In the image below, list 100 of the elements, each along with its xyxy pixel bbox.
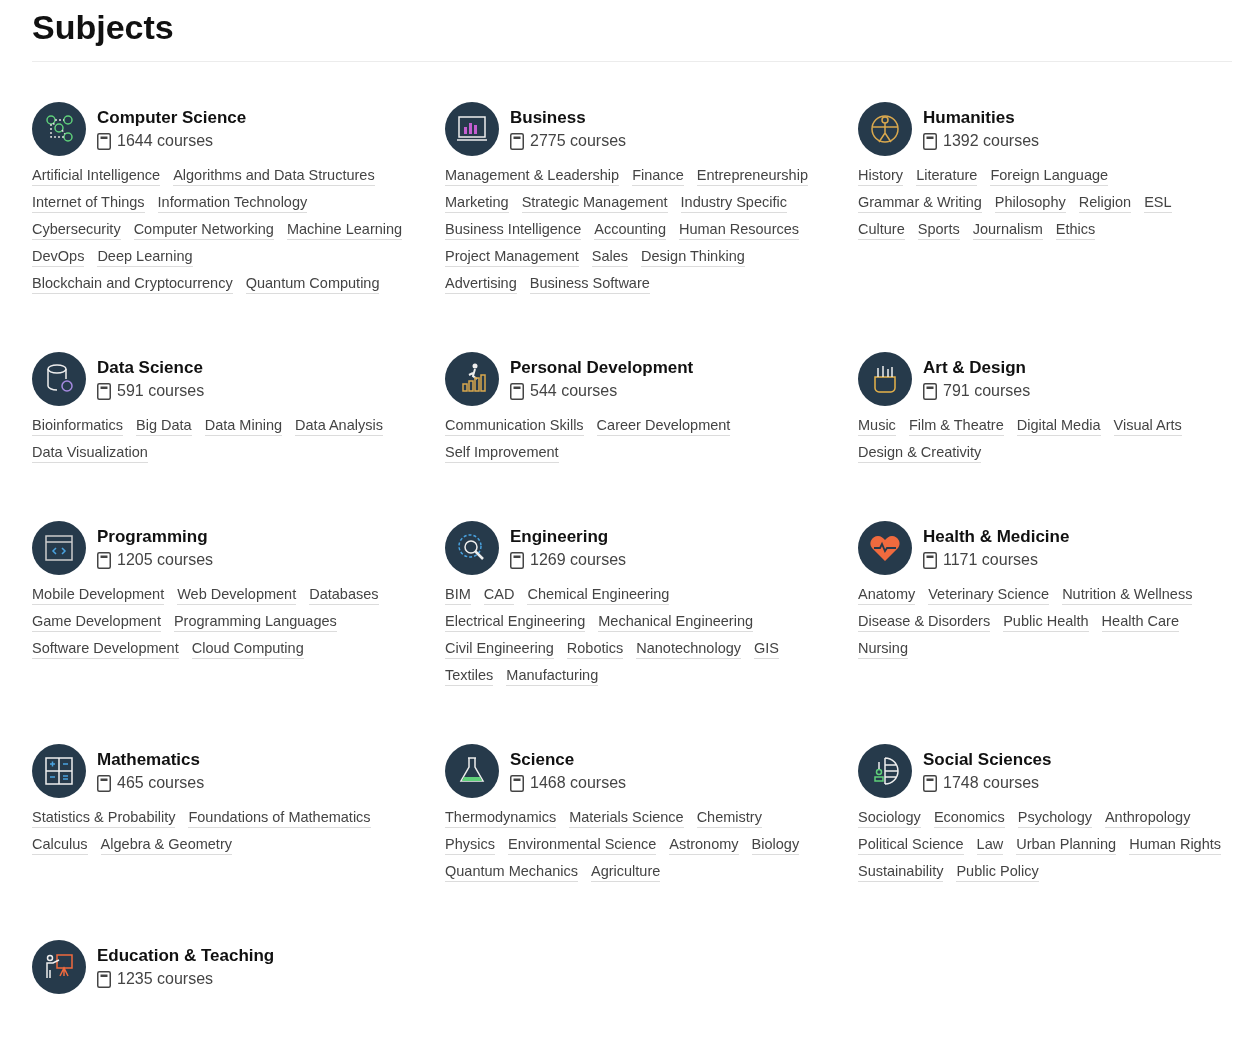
topic-link[interactable]: Programming Languages <box>173 612 337 632</box>
topic-link[interactable]: Bioinformatics <box>32 416 124 436</box>
topic-link[interactable]: Philosophy <box>994 193 1066 213</box>
topic-link[interactable]: Human Rights <box>1129 835 1222 855</box>
topic-link[interactable]: Mechanical Engineering <box>598 612 753 632</box>
topic-link[interactable]: Calculus <box>32 835 88 855</box>
topic-link[interactable]: Self Improvement <box>445 443 559 463</box>
topic-link[interactable]: Disease & Disorders <box>858 612 991 632</box>
topic-link[interactable]: Web Development <box>177 585 297 605</box>
topic-link[interactable]: Foreign Language <box>990 166 1109 186</box>
topic-link[interactable]: Materials Science <box>569 808 684 828</box>
topic-link[interactable]: Physics <box>445 835 495 855</box>
topic-link[interactable]: Strategic Management <box>521 193 668 213</box>
topic-link[interactable]: Agriculture <box>591 862 661 882</box>
topic-link[interactable]: Health Care <box>1101 612 1179 632</box>
topic-link[interactable]: Political Science <box>858 835 964 855</box>
topic-link[interactable]: Finance <box>632 166 684 186</box>
topic-link[interactable]: Quantum Computing <box>245 274 380 294</box>
topic-link[interactable]: Ethics <box>1055 220 1096 240</box>
topic-link[interactable]: Cloud Computing <box>191 639 304 659</box>
topic-link[interactable]: Communication Skills <box>445 416 584 436</box>
topic-link[interactable]: Grammar & Writing <box>858 193 982 213</box>
topic-link[interactable]: Astronomy <box>669 835 739 855</box>
topic-link[interactable]: Urban Planning <box>1016 835 1117 855</box>
topic-link[interactable]: Internet of Things <box>32 193 145 213</box>
subject-link[interactable]: Social Sciences <box>923 750 1052 770</box>
topic-link[interactable]: Machine Learning <box>286 220 403 240</box>
topic-link[interactable]: Game Development <box>32 612 161 632</box>
topic-link[interactable]: Accounting <box>594 220 666 240</box>
topic-link[interactable]: Literature <box>916 166 978 186</box>
topic-link[interactable]: Management & Leadership <box>445 166 620 186</box>
topic-link[interactable]: Project Management <box>445 247 579 267</box>
topic-link[interactable]: Robotics <box>566 639 624 659</box>
topic-link[interactable]: Marketing <box>445 193 509 213</box>
subject-link[interactable]: Humanities <box>923 108 1040 128</box>
topic-link[interactable]: Sports <box>917 220 960 240</box>
subject-link[interactable]: Personal Development <box>510 358 694 378</box>
topic-link[interactable]: Anatomy <box>858 585 916 605</box>
topic-link[interactable]: Biology <box>751 835 800 855</box>
topic-link[interactable]: Religion <box>1078 193 1132 213</box>
topic-link[interactable]: Law <box>976 835 1004 855</box>
subject-link[interactable]: Education & Teaching <box>97 946 275 966</box>
topic-link[interactable]: Public Policy <box>956 862 1039 882</box>
topic-link[interactable]: Chemical Engineering <box>527 585 670 605</box>
topic-link[interactable]: ESL <box>1144 193 1172 213</box>
topic-link[interactable]: Economics <box>933 808 1005 828</box>
topic-link[interactable]: Digital Media <box>1016 416 1101 436</box>
topic-link[interactable]: Statistics & Probability <box>32 808 176 828</box>
subject-link[interactable]: Computer Science <box>97 108 247 128</box>
topic-link[interactable]: Design Thinking <box>641 247 745 267</box>
topic-link[interactable]: Quantum Mechanics <box>445 862 578 882</box>
subject-link[interactable]: Health & Medicine <box>923 527 1070 547</box>
topic-link[interactable]: Business Intelligence <box>445 220 582 240</box>
topic-link[interactable]: CAD <box>483 585 515 605</box>
topic-link[interactable]: Software Development <box>32 639 179 659</box>
subject-link[interactable]: Mathematics <box>97 750 205 770</box>
topic-link[interactable]: Sociology <box>858 808 921 828</box>
subject-link[interactable]: Engineering <box>510 527 627 547</box>
topic-link[interactable]: Computer Networking <box>133 220 274 240</box>
topic-link[interactable]: GIS <box>754 639 780 659</box>
topic-link[interactable]: Data Mining <box>204 416 283 436</box>
topic-link[interactable]: Sales <box>591 247 629 267</box>
topic-link[interactable]: Manufacturing <box>506 666 599 686</box>
topic-link[interactable]: Environmental Science <box>507 835 657 855</box>
topic-link[interactable]: Advertising <box>445 274 517 294</box>
topic-link[interactable]: Mobile Development <box>32 585 165 605</box>
topic-link[interactable]: Cybersecurity <box>32 220 121 240</box>
topic-link[interactable]: Music <box>858 416 896 436</box>
topic-link[interactable]: Foundations of Mathematics <box>188 808 371 828</box>
topic-link[interactable]: Nutrition & Wellness <box>1062 585 1193 605</box>
topic-link[interactable]: Journalism <box>972 220 1043 240</box>
topic-link[interactable]: Blockchain and Cryptocurrency <box>32 274 233 294</box>
topic-link[interactable]: Deep Learning <box>97 247 193 267</box>
topic-link[interactable]: Business Software <box>529 274 650 294</box>
topic-link[interactable]: Human Resources <box>679 220 800 240</box>
topic-link[interactable]: Databases <box>309 585 379 605</box>
topic-link[interactable]: Visual Arts <box>1113 416 1182 436</box>
topic-link[interactable]: Civil Engineering <box>445 639 554 659</box>
topic-link[interactable]: Career Development <box>596 416 731 436</box>
topic-link[interactable]: Information Technology <box>157 193 308 213</box>
subject-link[interactable]: Science <box>510 750 627 770</box>
topic-link[interactable]: Artificial Intelligence <box>32 166 161 186</box>
topic-link[interactable]: Industry Specific <box>680 193 787 213</box>
topic-link[interactable]: Anthropology <box>1104 808 1191 828</box>
subject-link[interactable]: Business <box>510 108 627 128</box>
topic-link[interactable]: Data Analysis <box>295 416 383 436</box>
topic-link[interactable]: Entrepreneurship <box>696 166 808 186</box>
topic-link[interactable]: Design & Creativity <box>858 443 982 463</box>
topic-link[interactable]: Culture <box>858 220 905 240</box>
topic-link[interactable]: Big Data <box>136 416 192 436</box>
topic-link[interactable]: BIM <box>445 585 471 605</box>
topic-link[interactable]: Public Health <box>1003 612 1089 632</box>
subject-link[interactable]: Programming <box>97 527 214 547</box>
topic-link[interactable]: Nursing <box>858 639 908 659</box>
topic-link[interactable]: Psychology <box>1017 808 1092 828</box>
topic-link[interactable]: Chemistry <box>696 808 762 828</box>
topic-link[interactable]: Nanotechnology <box>636 639 742 659</box>
topic-link[interactable]: Algorithms and Data Structures <box>173 166 375 186</box>
topic-link[interactable]: History <box>858 166 904 186</box>
topic-link[interactable]: Film & Theatre <box>908 416 1004 436</box>
